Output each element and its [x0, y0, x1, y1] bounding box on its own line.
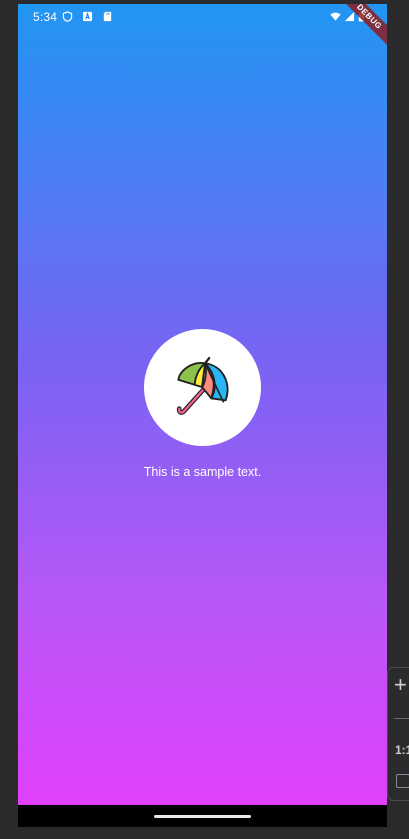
content-center: This is a sample text. — [18, 329, 387, 479]
navigation-bar — [18, 805, 387, 827]
home-gesture-handle[interactable] — [154, 815, 251, 818]
icon-circle — [144, 329, 261, 446]
status-bar: 5:34 DEBUG — [18, 4, 387, 51]
cell-signal-icon — [344, 11, 355, 22]
app-notification-icon — [82, 11, 93, 22]
zoom-ratio-button[interactable]: 1:1 — [395, 743, 409, 757]
shield-icon — [62, 11, 73, 22]
sd-card-icon — [103, 11, 112, 22]
app-screen: 5:34 DEBUG This is a sample text. — [18, 4, 387, 805]
fit-screen-icon[interactable] — [396, 774, 409, 788]
wifi-icon — [330, 12, 341, 21]
emulator-window: 5:34 DEBUG This is a sample text. + 1: — [0, 0, 409, 839]
zoom-in-button[interactable]: + — [394, 674, 407, 696]
status-notification-icons — [62, 11, 113, 22]
umbrella-icon — [176, 356, 228, 415]
panel-divider — [394, 718, 409, 719]
status-time: 5:34 — [33, 10, 58, 24]
sample-text: This is a sample text. — [143, 465, 262, 479]
device-frame: 5:34 DEBUG This is a sample text. — [18, 4, 387, 827]
emulator-zoom-panel: + 1:1 — [387, 667, 409, 801]
